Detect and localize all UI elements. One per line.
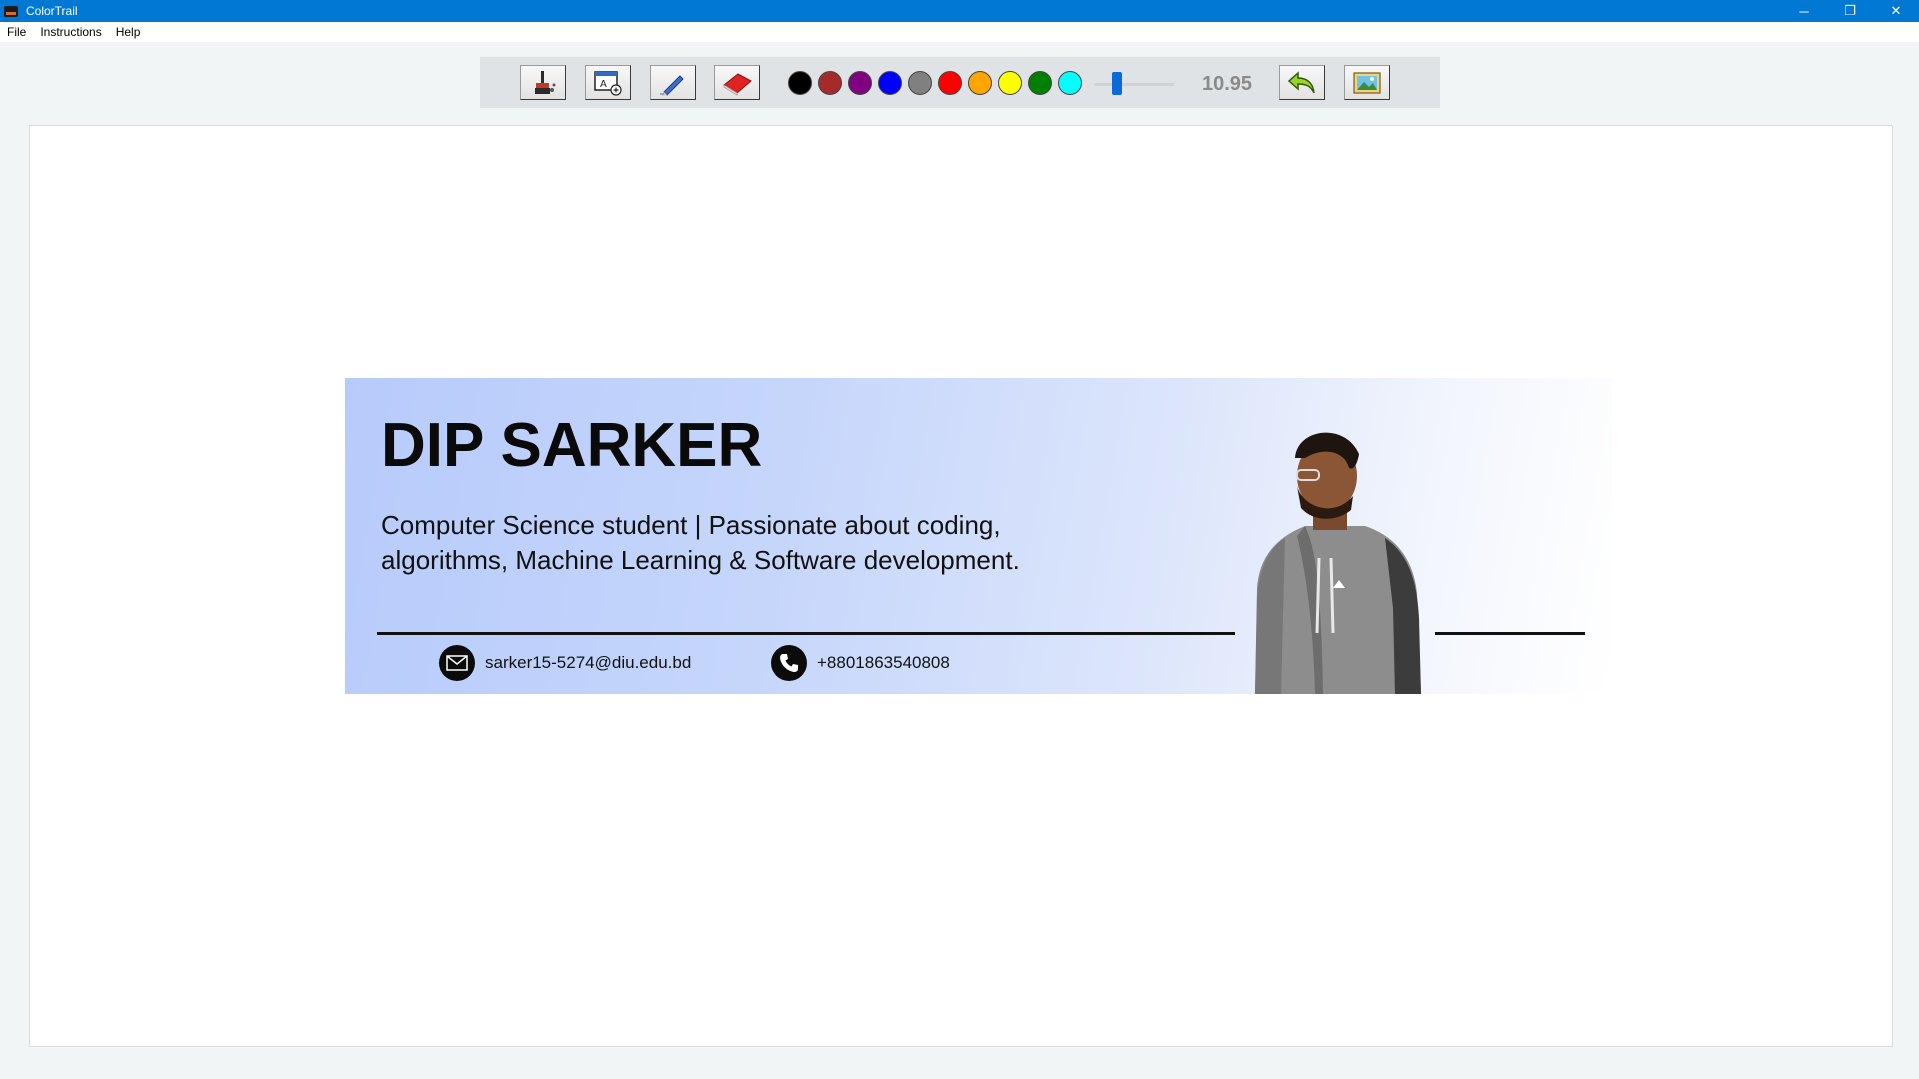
banner-tagline: Computer Science student | Passionate ab… bbox=[381, 508, 1101, 578]
title-bar: ColorTrail ─ ❐ ✕ bbox=[0, 0, 1919, 22]
divider-line-left bbox=[377, 632, 1235, 635]
menu-bar: File Instructions Help bbox=[0, 22, 1919, 42]
color-swatch-purple[interactable] bbox=[848, 71, 872, 95]
close-button[interactable]: ✕ bbox=[1873, 0, 1919, 22]
color-swatch-black[interactable] bbox=[788, 71, 812, 95]
toolbar: A 10.95 bbox=[480, 57, 1440, 108]
person-portrait-photo bbox=[1255, 432, 1421, 694]
envelope-icon bbox=[446, 655, 468, 671]
pencil-tool-button[interactable] bbox=[650, 65, 696, 100]
pencil-icon bbox=[660, 74, 684, 96]
color-swatch-red[interactable] bbox=[938, 71, 962, 95]
color-swatch-brown[interactable] bbox=[818, 71, 842, 95]
menu-help[interactable]: Help bbox=[116, 25, 141, 39]
brush-size-slider-thumb[interactable] bbox=[1112, 72, 1122, 95]
image-icon bbox=[1353, 71, 1381, 94]
minimize-button[interactable]: ─ bbox=[1781, 0, 1827, 22]
phone-badge bbox=[771, 645, 807, 681]
tagline-line-2: algorithms, Machine Learning & Software … bbox=[381, 545, 1020, 575]
phone-icon bbox=[780, 654, 798, 672]
banner-image[interactable]: DIP SARKER Computer Science student | Pa… bbox=[345, 378, 1612, 694]
text-box-icon: A bbox=[594, 70, 622, 96]
maximize-button[interactable]: ❐ bbox=[1827, 0, 1873, 22]
brush-icon bbox=[535, 70, 556, 94]
brush-tool-button[interactable] bbox=[520, 65, 566, 100]
color-swatch-yellow[interactable] bbox=[998, 71, 1022, 95]
eraser-tool-button[interactable] bbox=[714, 65, 760, 100]
banner-name: DIP SARKER bbox=[381, 411, 763, 480]
menu-instructions[interactable]: Instructions bbox=[40, 25, 101, 39]
app-icon bbox=[4, 5, 18, 17]
color-swatch-blue[interactable] bbox=[878, 71, 902, 95]
email-text: sarker15-5274@diu.edu.bd bbox=[485, 653, 692, 672]
tagline-line-1: Computer Science student | Passionate ab… bbox=[381, 510, 1001, 540]
undo-button[interactable] bbox=[1279, 65, 1325, 100]
phone-text: +8801863540808 bbox=[817, 653, 950, 672]
color-swatch-orange[interactable] bbox=[968, 71, 992, 95]
email-badge bbox=[439, 645, 475, 681]
open-image-button[interactable] bbox=[1344, 65, 1390, 100]
window-title: ColorTrail bbox=[26, 4, 78, 18]
menu-file[interactable]: File bbox=[7, 25, 26, 39]
undo-arrow-icon bbox=[1287, 70, 1315, 93]
divider-line-right bbox=[1435, 632, 1585, 635]
color-swatch-cyan[interactable] bbox=[1058, 71, 1082, 95]
text-tool-button[interactable]: A bbox=[585, 65, 631, 100]
color-swatch-gray[interactable] bbox=[908, 71, 932, 95]
brush-size-slider-track[interactable] bbox=[1094, 83, 1174, 86]
brush-size-value: 10.95 bbox=[1202, 73, 1253, 95]
color-swatch-green[interactable] bbox=[1028, 71, 1052, 95]
svg-text:A: A bbox=[600, 79, 607, 90]
eraser-icon bbox=[723, 72, 752, 96]
window-controls: ─ ❐ ✕ bbox=[1781, 0, 1919, 22]
